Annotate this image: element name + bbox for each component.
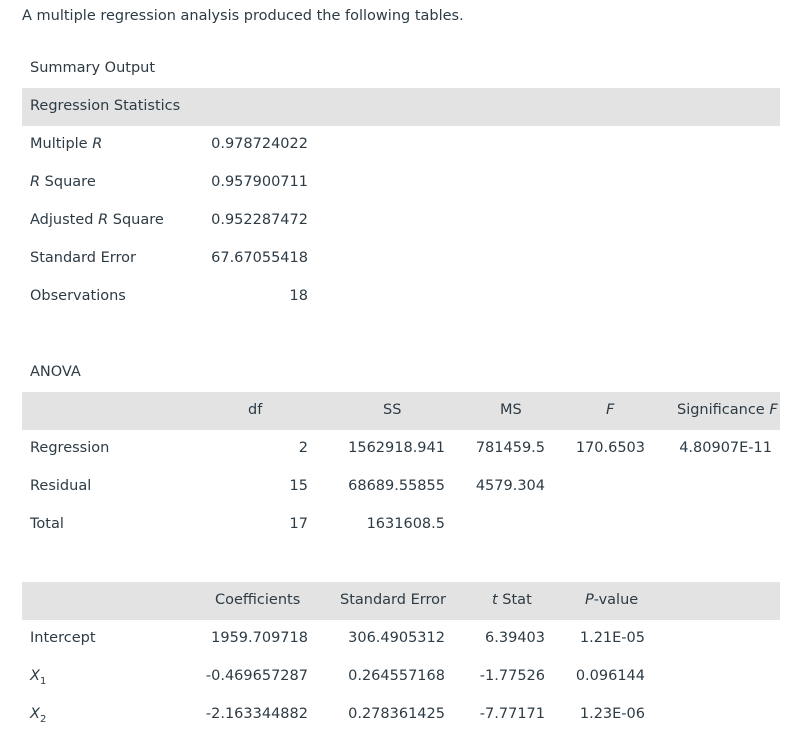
coef-cell-coefficient: 1959.709718	[211, 630, 308, 646]
summary-label-multiple-r: Multiple R	[30, 136, 103, 152]
anova-title: ANOVA	[30, 364, 81, 380]
coef-cell-t-stat: 6.39403	[485, 630, 545, 646]
anova-cell-df: 15	[289, 478, 308, 494]
anova-header-ss: SS	[383, 402, 402, 418]
coef-row-label: X1	[30, 668, 47, 687]
anova-header-df: df	[248, 402, 263, 418]
anova-cell-ss: 68689.55855	[348, 478, 445, 494]
coef-cell-p-value: 1.21E-05	[579, 630, 645, 646]
summary-value-r-square: 0.957900711	[211, 174, 308, 190]
coef-row-label: Intercept	[30, 630, 96, 646]
anova-row-label: Regression	[30, 440, 110, 456]
summary-value-observations: 18	[289, 288, 308, 304]
coef-cell-coefficient: -0.469657287	[205, 668, 308, 684]
summary-value-adjusted-r-square: 0.952287472	[211, 212, 308, 228]
anova-row-label: Residual	[30, 478, 92, 494]
summary-label-r-square: R Square	[30, 174, 96, 190]
coef-header-standard-error: Standard Error	[340, 592, 446, 608]
coef-row-label: X2	[30, 706, 47, 725]
anova-cell-df: 17	[289, 516, 308, 532]
regression-statistics-header: Regression Statistics	[30, 98, 181, 114]
anova-cell-ss: 1631608.5	[366, 516, 445, 532]
coef-cell-standard-error: 0.264557168	[348, 668, 445, 684]
summary-label-standard-error: Standard Error	[30, 250, 136, 266]
summary-value-multiple-r: 0.978724022	[211, 136, 308, 152]
anova-row-label: Total	[30, 516, 64, 532]
coef-header-t-stat: t Stat	[492, 592, 532, 608]
coef-cell-coefficient: -2.163344882	[205, 706, 308, 722]
coef-cell-t-stat: -7.77171	[479, 706, 545, 722]
anova-header-significance-f: Significance F	[677, 402, 778, 418]
anova-cell-df: 2	[298, 440, 308, 456]
anova-cell-significance: 4.80907E-11	[679, 440, 772, 456]
anova-cell-f: 170.6503	[575, 440, 645, 456]
coef-cell-p-value: 0.096144	[575, 668, 645, 684]
anova-header-ms: MS	[500, 402, 522, 418]
anova-header-f: F	[606, 402, 615, 418]
anova-cell-ms: 4579.304	[475, 478, 545, 494]
coef-cell-t-stat: -1.77526	[479, 668, 545, 684]
intro-text: A multiple regression analysis produced …	[22, 8, 464, 24]
anova-cell-ss: 1562918.941	[348, 440, 445, 456]
coef-header-p-value: P-value	[585, 592, 639, 608]
summary-label-adjusted-r-square: Adjusted R Square	[30, 212, 164, 228]
anova-cell-ms: 781459.5	[475, 440, 545, 456]
summary-value-standard-error: 67.67055418	[211, 250, 308, 266]
coef-cell-standard-error: 0.278361425	[348, 706, 445, 722]
coef-cell-p-value: 1.23E-06	[579, 706, 645, 722]
coef-cell-standard-error: 306.4905312	[348, 630, 445, 646]
summary-title: Summary Output	[30, 60, 156, 76]
summary-label-observations: Observations	[30, 288, 126, 304]
coef-header-coefficients: Coefficients	[215, 592, 301, 608]
